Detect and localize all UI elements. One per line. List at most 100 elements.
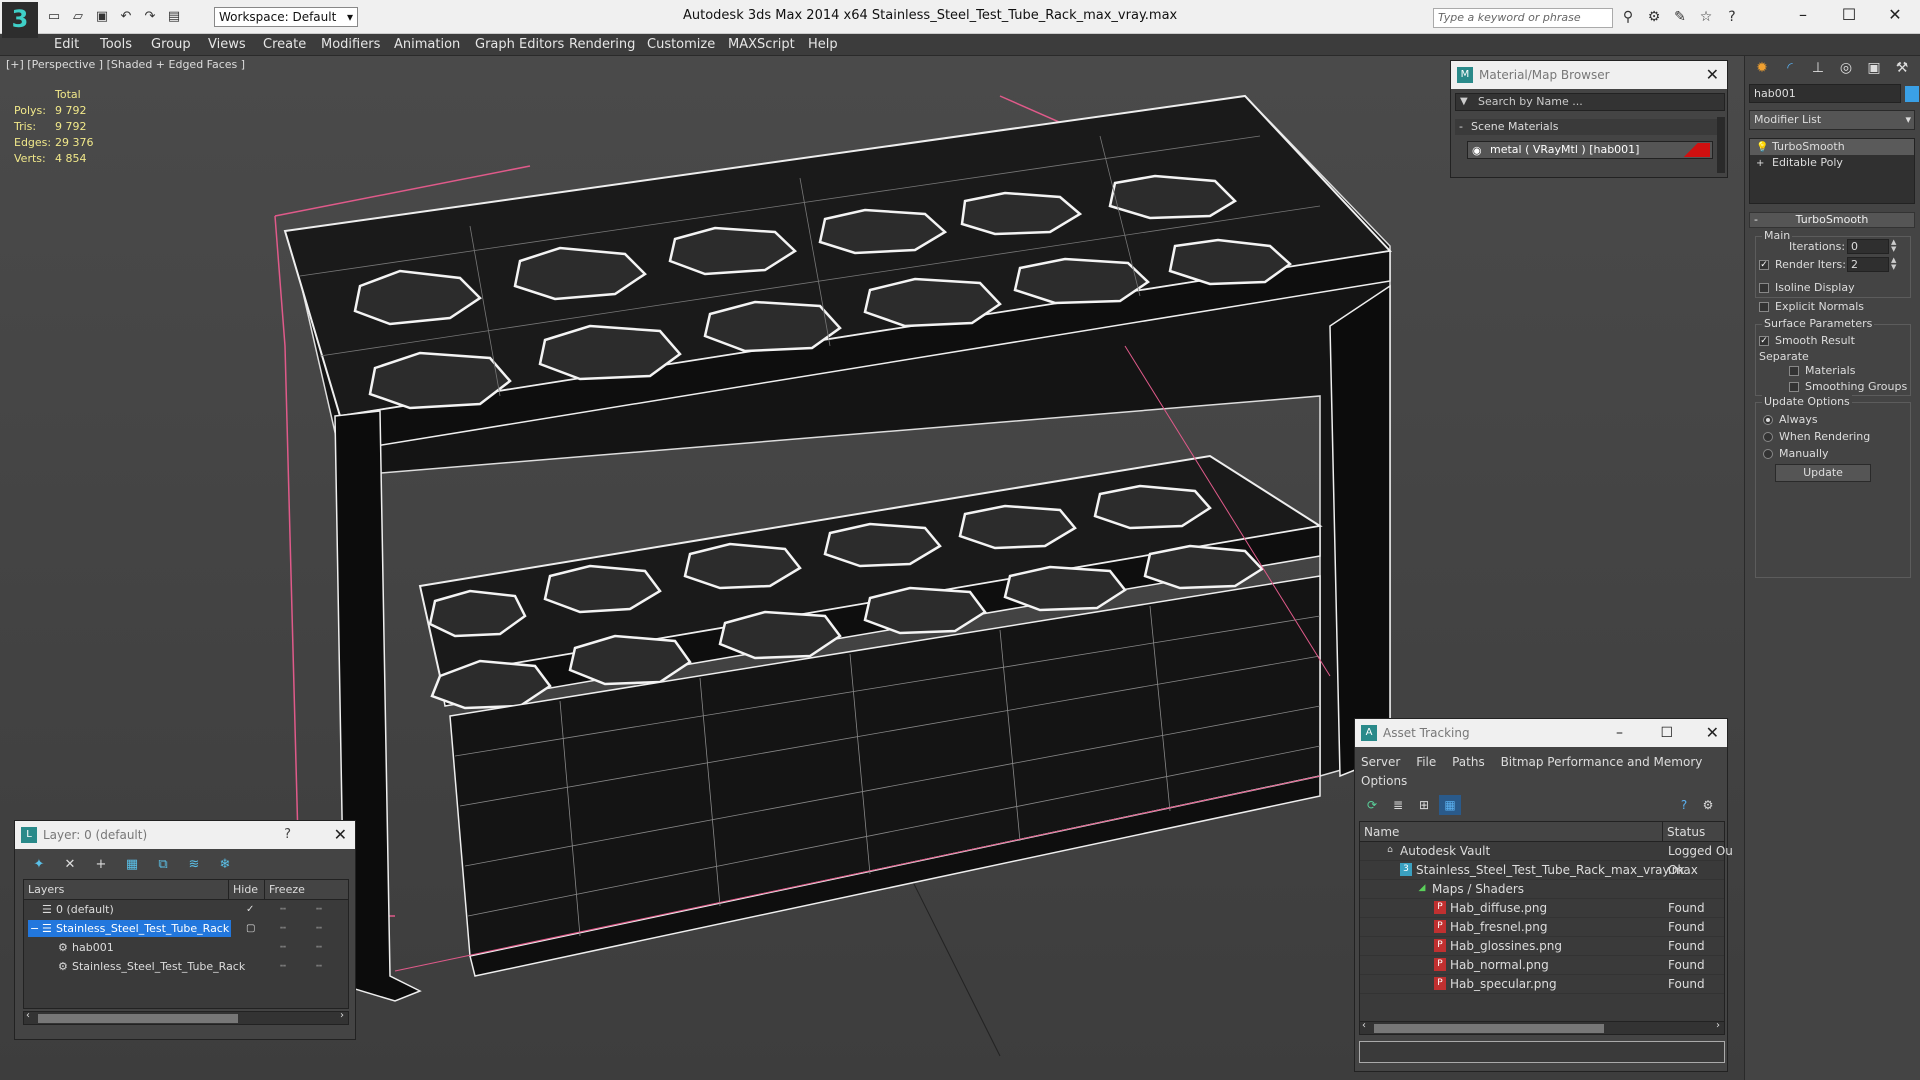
layer-row[interactable]: ⚙ hab001 ┅ ┅ (24, 938, 348, 957)
menu-server[interactable]: Server (1361, 755, 1400, 769)
isoline-display-checkbox[interactable] (1759, 283, 1769, 293)
freeze-toggle[interactable]: ┅ (316, 900, 322, 919)
maximize-icon[interactable]: ☐ (1826, 2, 1872, 28)
table-view-icon[interactable]: ▦ (1439, 795, 1461, 815)
open-file-icon[interactable]: ▱ (68, 8, 88, 26)
add-to-layer-icon[interactable]: + (89, 855, 113, 875)
menu-edit[interactable]: Edit (54, 37, 79, 52)
menu-graph-editors[interactable]: Graph Editors (475, 37, 564, 52)
iterations-spinner[interactable]: 0 (1847, 239, 1889, 254)
delete-layer-icon[interactable]: ✕ (58, 855, 82, 875)
menu-tools[interactable]: Tools (100, 37, 132, 52)
render-iters-spinner[interactable]: 2 (1847, 257, 1889, 272)
object-name-field[interactable]: hab001 (1749, 84, 1901, 103)
hide-toggle[interactable]: ┅ (280, 919, 286, 938)
new-file-icon[interactable]: ▭ (44, 8, 64, 26)
materials-checkbox[interactable] (1789, 366, 1799, 376)
maximize-icon[interactable]: ☐ (1660, 719, 1673, 747)
keyword-search-input[interactable]: Type a keyword or phrase (1433, 8, 1613, 28)
menu-views[interactable]: Views (208, 37, 246, 52)
display-tab-icon[interactable]: ▣ (1861, 56, 1887, 80)
asset-row[interactable]: P Hab_fresnel.png Found (1360, 918, 1724, 937)
scroll-thumb[interactable] (1374, 1024, 1604, 1033)
tree-view-icon[interactable]: ⊞ (1413, 795, 1435, 815)
layer-row[interactable]: ☰ 0 (default) ✓ ┅ ┅ (24, 900, 348, 919)
create-tab-icon[interactable]: ✹ (1749, 56, 1775, 80)
layer-row[interactable]: ⚙ Stainless_Steel_Test_Tube_Rack ┅ ┅ (24, 957, 348, 976)
create-layer-icon[interactable]: ✦ (27, 855, 51, 875)
asset-row[interactable]: P Hab_normal.png Found (1360, 956, 1724, 975)
help-icon[interactable]: ? (1673, 795, 1695, 815)
menu-bitmap-performance[interactable]: Bitmap Performance and Memory (1501, 755, 1703, 769)
scroll-left-icon[interactable]: ‹ (1362, 1020, 1366, 1031)
menu-group[interactable]: Group (151, 37, 191, 52)
active-check-icon[interactable]: ✓ (246, 900, 254, 919)
col-hide[interactable]: Hide (228, 880, 258, 900)
communication-icon[interactable]: ✎ (1670, 8, 1690, 26)
asset-row[interactable]: P Hab_diffuse.png Found (1360, 899, 1724, 918)
asset-row[interactable]: P Hab_glossines.png Found (1360, 937, 1724, 956)
always-radio[interactable] (1763, 415, 1773, 425)
minimize-icon[interactable]: – (1780, 2, 1826, 28)
undo-icon[interactable]: ↶ (116, 8, 136, 26)
smoothing-groups-checkbox[interactable] (1789, 382, 1799, 392)
motion-tab-icon[interactable]: ◎ (1833, 56, 1859, 80)
modifier-list-dropdown[interactable]: Modifier List (1749, 110, 1915, 130)
close-icon[interactable]: ✕ (1706, 719, 1719, 747)
settings-icon[interactable]: ⚙ (1697, 795, 1719, 815)
asset-path-field[interactable] (1359, 1041, 1725, 1063)
menu-maxscript[interactable]: MAXScript (728, 37, 795, 52)
refresh-icon[interactable]: ⟳ (1361, 795, 1383, 815)
lightbulb-icon[interactable]: 💡 (1756, 140, 1768, 156)
menu-animation[interactable]: Animation (394, 37, 460, 52)
material-entry[interactable]: ◉ metal ( VRayMtl ) [hab001] (1467, 141, 1713, 159)
workspace-dropdown[interactable]: Workspace: Default (214, 7, 358, 27)
asset-tracking-titlebar[interactable]: A Asset Tracking – ☐ ✕ (1355, 719, 1727, 747)
menu-paths[interactable]: Paths (1452, 755, 1485, 769)
spinner-arrows-icon[interactable]: ▲ ▼ (1891, 239, 1899, 253)
asset-row[interactable]: ⌂ Autodesk Vault Logged Ou (1360, 842, 1733, 861)
update-button[interactable]: Update (1775, 464, 1871, 482)
help-icon[interactable]: ? (284, 821, 291, 849)
asset-row[interactable]: ◢ Maps / Shaders (1360, 880, 1724, 899)
hide-toggle[interactable]: ┅ (280, 957, 286, 976)
asset-row[interactable]: 3 Stainless_Steel_Test_Tube_Rack_max_vra… (1360, 861, 1724, 880)
minimize-icon[interactable]: – (1616, 719, 1623, 747)
viewport-label[interactable]: [+] [Perspective ] [Shaded + Edged Faces… (6, 58, 245, 71)
redo-icon[interactable]: ↷ (140, 8, 160, 26)
menu-rendering[interactable]: Rendering (569, 37, 635, 52)
horizontal-scrollbar[interactable]: ‹ › (23, 1010, 349, 1025)
freeze-all-icon[interactable]: ❄ (213, 855, 237, 875)
scroll-right-icon[interactable]: › (340, 1010, 344, 1021)
favorites-star-icon[interactable]: ☆ (1696, 8, 1716, 26)
close-icon[interactable]: ✕ (1872, 2, 1918, 28)
modify-tab-icon[interactable]: ◜ (1777, 56, 1803, 80)
scene-materials-section[interactable]: - Scene Materials (1455, 119, 1717, 135)
options-dropdown-icon[interactable]: ▼ (1460, 94, 1468, 110)
col-freeze[interactable]: Freeze (264, 880, 305, 900)
scroll-thumb[interactable] (38, 1014, 238, 1023)
col-status[interactable]: Status (1662, 822, 1705, 842)
freeze-toggle[interactable]: ┅ (316, 957, 322, 976)
turbosmooth-rollout-header[interactable]: - TurboSmooth (1749, 212, 1915, 228)
when-rendering-radio[interactable] (1763, 432, 1773, 442)
object-color-swatch[interactable] (1905, 86, 1919, 102)
stack-item-turbosmooth[interactable]: 💡 TurboSmooth (1750, 139, 1914, 155)
manually-radio[interactable] (1763, 449, 1773, 459)
material-browser-titlebar[interactable]: M Material/Map Browser ✕ (1451, 61, 1727, 89)
menu-modifiers[interactable]: Modifiers (321, 37, 380, 52)
asset-row[interactable]: P Hab_specular.png Found (1360, 975, 1724, 994)
horizontal-scrollbar[interactable]: ‹ › (1359, 1020, 1725, 1035)
help-icon[interactable]: ? (1722, 8, 1742, 26)
menu-customize[interactable]: Customize (647, 37, 715, 52)
project-folder-icon[interactable]: ▤ (164, 8, 184, 26)
subscription-icon[interactable]: ⚙ (1644, 8, 1664, 26)
col-name[interactable]: Name (1364, 822, 1399, 842)
render-iters-checkbox[interactable]: ✓ (1759, 260, 1769, 270)
save-file-icon[interactable]: ▣ (92, 8, 112, 26)
highlight-layer-icon[interactable]: ⧉ (151, 855, 175, 875)
hide-toggle[interactable]: ┅ (280, 938, 286, 957)
menu-create[interactable]: Create (263, 37, 306, 52)
hierarchy-tab-icon[interactable]: ⊥ (1805, 56, 1831, 80)
layer-window-titlebar[interactable]: L Layer: 0 (default) ? ✕ (15, 821, 355, 849)
